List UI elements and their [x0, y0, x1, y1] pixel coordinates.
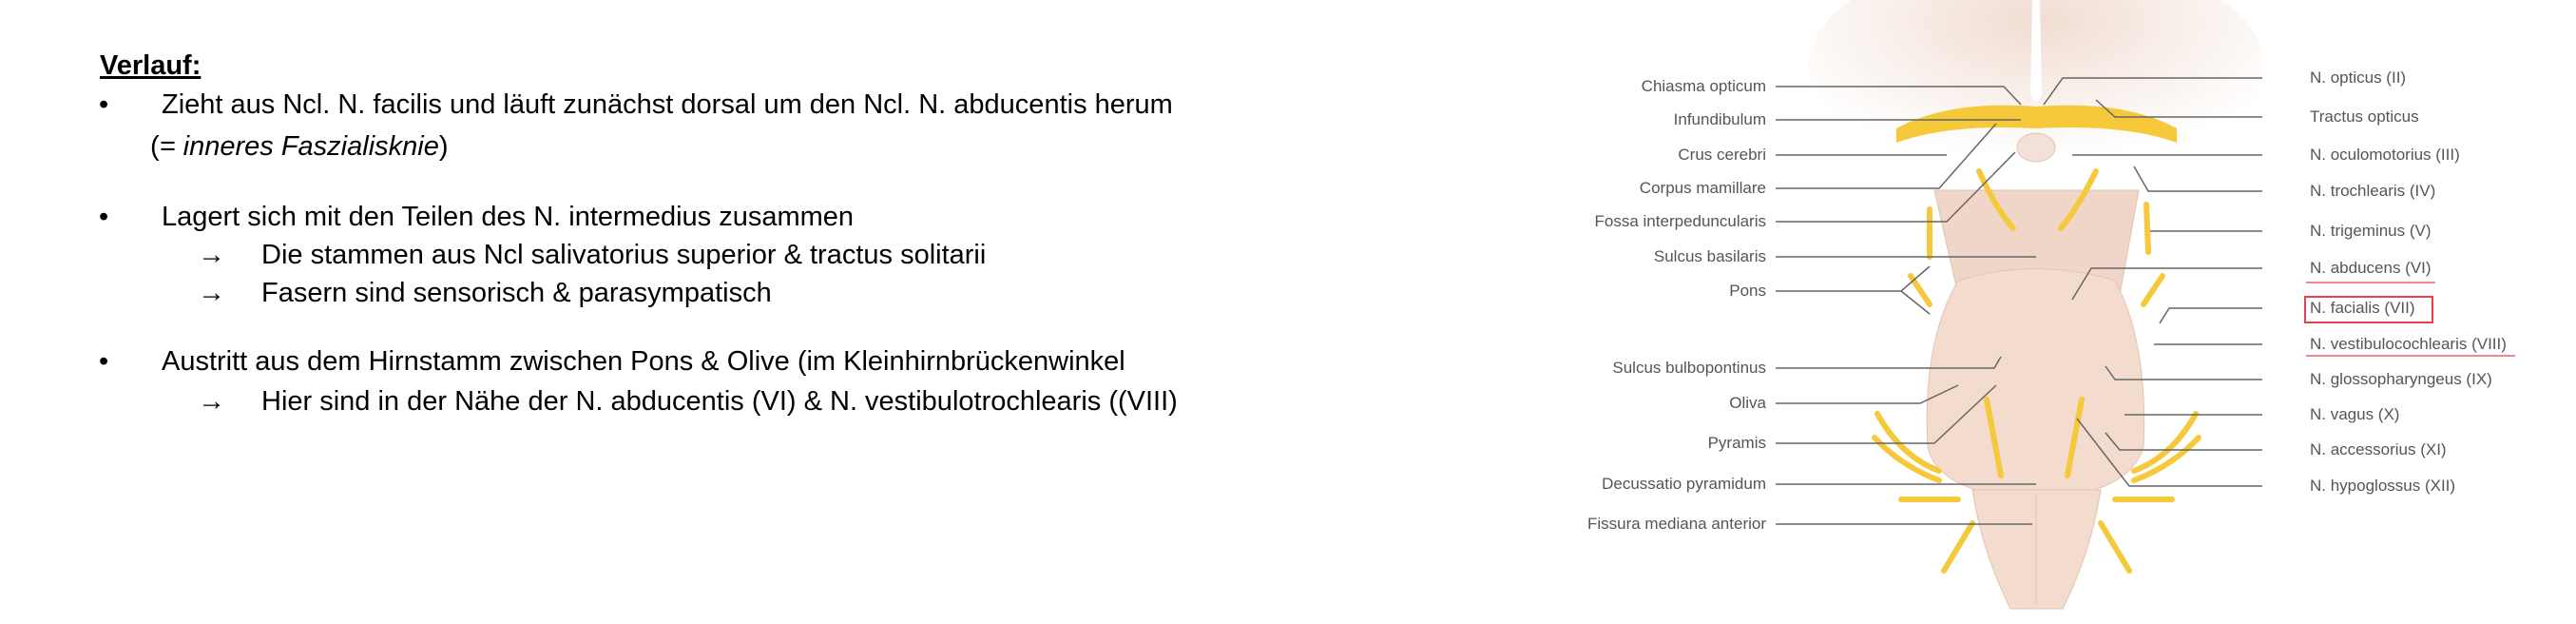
underline-abducens	[2306, 282, 2435, 283]
label-oliva: Oliva	[1729, 394, 1766, 412]
label-chiasma-opticum: Chiasma opticum	[1641, 77, 1766, 95]
label-n-vestibulocochlearis: N. vestibulocochlearis (VIII)	[2310, 335, 2507, 353]
label-n-trigeminus: N. trigeminus (V)	[2310, 222, 2432, 240]
label-pyramis: Pyramis	[1707, 434, 1766, 452]
label-n-vagus: N. vagus (X)	[2310, 405, 2400, 423]
label-n-glossopharyngeus: N. glossopharyngeus (IX)	[2310, 370, 2492, 388]
label-tractus-opticus: Tractus opticus	[2310, 107, 2419, 126]
label-n-accessorius: N. accessorius (XI)	[2310, 440, 2447, 458]
label-n-trochlearis: N. trochlearis (IV)	[2310, 182, 2436, 200]
highlight-box-facialis	[2304, 296, 2433, 323]
fissura-longitudinalis	[2030, 0, 2042, 101]
label-crus-cerebri: Crus cerebri	[1678, 146, 1766, 164]
label-decussatio-pyramidum: Decussatio pyramidum	[1602, 475, 1766, 493]
label-pons: Pons	[1729, 282, 1766, 300]
label-fossa-interpeduncularis: Fossa interpeduncularis	[1594, 212, 1766, 230]
label-n-hypoglossus: N. hypoglossus (XII)	[2310, 477, 2456, 495]
brainstem-illustration	[1776, 0, 2264, 610]
infundibulum	[2016, 132, 2056, 163]
label-n-oculomotorius: N. oculomotorius (III)	[2310, 146, 2460, 164]
label-sulcus-bulbopontinus: Sulcus bulbopontinus	[1612, 359, 1766, 377]
underline-vestibulocochlearis	[2306, 355, 2515, 357]
label-sulcus-basilaris: Sulcus basilaris	[1653, 247, 1766, 265]
label-n-abducens: N. abducens (VI)	[2310, 259, 2432, 277]
label-n-opticus: N. opticus (II)	[2310, 68, 2407, 87]
label-corpus-mamillare: Corpus mamillare	[1639, 179, 1766, 197]
label-infundibulum: Infundibulum	[1673, 110, 1766, 128]
label-fissura-mediana-anterior: Fissura mediana anterior	[1586, 515, 1766, 533]
pons	[1926, 268, 2145, 500]
